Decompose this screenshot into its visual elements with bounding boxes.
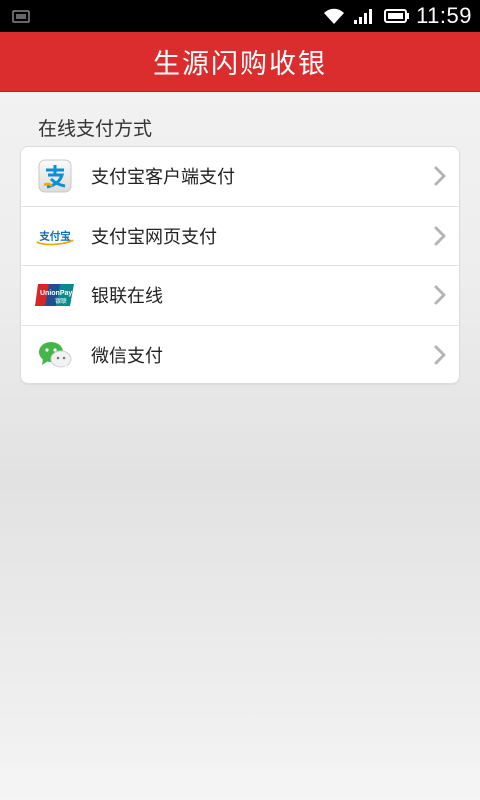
payment-method-label: 银联在线 (91, 286, 163, 308)
payment-method-list: 支付宝客户端支付 支付宝 支付宝网页支付 UnionPay 银联 银联在线 微信… (20, 146, 460, 384)
payment-method-label: 支付宝客户端支付 (91, 167, 235, 189)
chevron-right-icon (434, 285, 446, 305)
svg-text:UnionPay: UnionPay (40, 290, 72, 297)
payment-method-alipay-client[interactable]: 支付宝客户端支付 (21, 147, 459, 207)
payment-method-label: 支付宝网页支付 (91, 226, 217, 248)
alipay-client-icon (35, 159, 75, 193)
wifi-icon (324, 8, 345, 24)
chevron-right-icon (434, 226, 446, 246)
signal-icon (354, 9, 373, 24)
payment-method-wechat[interactable]: 微信支付 (21, 326, 459, 384)
page-title: 生源闪购收银 (153, 49, 327, 80)
payment-method-label: 微信支付 (91, 346, 163, 368)
chevron-right-icon (434, 166, 446, 186)
status-time: 11:59 (416, 3, 472, 28)
section-title: 在线支付方式 (38, 118, 153, 140)
svg-text:支付宝: 支付宝 (38, 229, 70, 242)
payment-method-unionpay[interactable]: UnionPay 银联 银联在线 (21, 266, 459, 326)
chevron-right-icon (434, 345, 446, 365)
status-bar: 11:59 (0, 0, 480, 32)
app-header: 生源闪购收银 (0, 32, 480, 92)
payment-method-alipay-web[interactable]: 支付宝 支付宝网页支付 (21, 207, 459, 266)
alipay-web-icon: 支付宝 (35, 219, 75, 253)
svg-text:银联: 银联 (55, 297, 67, 305)
wechat-pay-icon (35, 338, 75, 372)
notification-icon (12, 10, 30, 23)
unionpay-icon: UnionPay 银联 (35, 278, 75, 312)
battery-icon (384, 9, 410, 23)
